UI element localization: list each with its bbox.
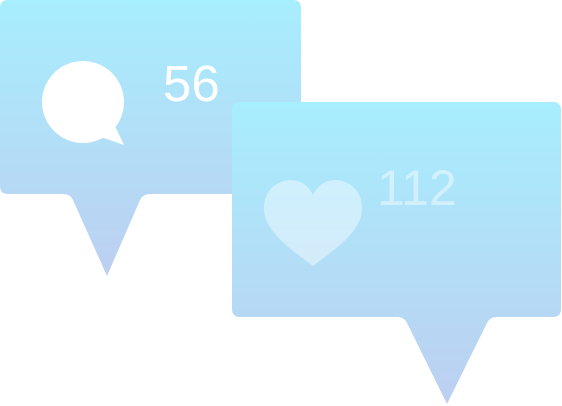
notification-illustration: 56 112 [0,0,562,406]
notification-bubbles-graphic [0,0,561,404]
comment-count: 56 [163,55,220,112]
like-bubble [232,102,561,404]
like-count: 112 [377,160,457,216]
like-bubble-shape [232,102,561,404]
